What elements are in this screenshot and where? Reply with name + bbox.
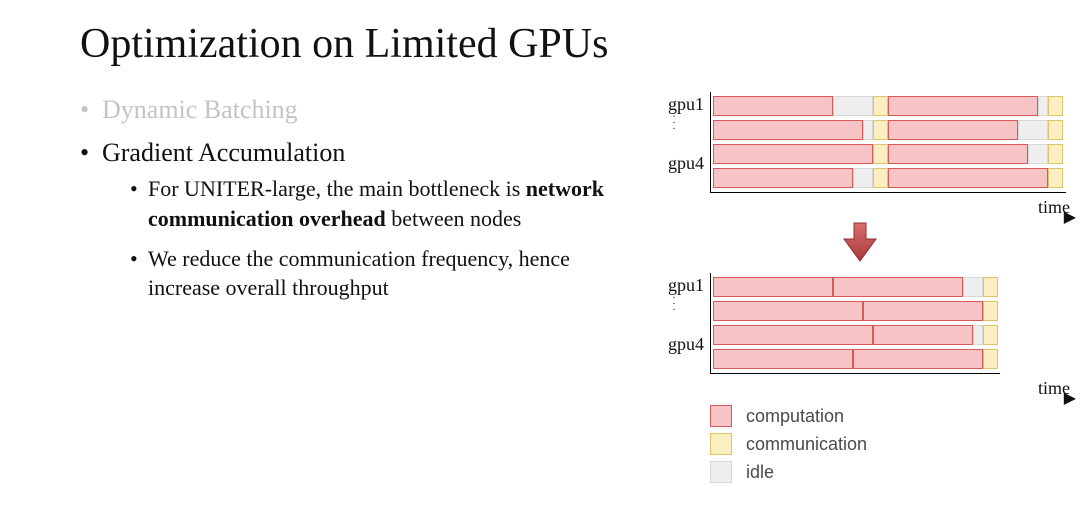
gpu-label-bottom: gpu4 xyxy=(650,334,704,355)
communication-bar xyxy=(873,96,888,116)
idle-bar xyxy=(963,277,983,297)
gpu-labels-after: gpu1 ··· gpu4 xyxy=(650,273,710,355)
legend-swatch-computation xyxy=(710,405,732,427)
diagram-after: gpu1 ··· gpu4 xyxy=(650,273,1070,399)
gpu-label-top: gpu1 xyxy=(650,275,704,296)
communication-bar xyxy=(1048,96,1063,116)
chart-row xyxy=(713,301,998,323)
idle-bar xyxy=(863,120,873,140)
computation-bar xyxy=(888,168,1048,188)
legend-label: idle xyxy=(746,462,774,483)
bullet-ga-label: Gradient Accumulation xyxy=(102,138,345,167)
chart-row xyxy=(713,144,1064,166)
communication-bar xyxy=(1048,168,1063,188)
legend-item-communication: communication xyxy=(710,433,1070,455)
legend-label: computation xyxy=(746,406,844,427)
content-columns: Dynamic Batching Gradient Accumulation F… xyxy=(80,92,1040,489)
chart-row xyxy=(713,349,998,371)
communication-bar xyxy=(983,325,998,345)
diagram-column: gpu1 ··· gpu4 xyxy=(640,92,1070,489)
bullet-list: Dynamic Batching Gradient Accumulation F… xyxy=(80,92,640,303)
chart-row xyxy=(713,120,1064,142)
computation-bar xyxy=(863,301,983,321)
arrow-down-icon xyxy=(840,221,880,268)
idle-bar xyxy=(853,168,873,188)
idle-bar xyxy=(833,96,873,116)
computation-bar xyxy=(853,349,983,369)
legend: computation communication idle xyxy=(710,405,1070,483)
chart-row xyxy=(713,277,998,299)
computation-bar xyxy=(713,325,873,345)
arrow-right-icon: ▶ xyxy=(1064,388,1076,408)
idle-bar xyxy=(1028,144,1048,164)
text-column: Dynamic Batching Gradient Accumulation F… xyxy=(80,92,640,313)
bullet-gradient-accumulation: Gradient Accumulation For UNITER-large, … xyxy=(80,135,640,303)
communication-bar xyxy=(873,144,888,164)
legend-item-idle: idle xyxy=(710,461,1070,483)
time-label: time xyxy=(710,374,1070,399)
time-label: time xyxy=(710,193,1070,218)
chart-axes-before xyxy=(710,92,1066,193)
chart-row xyxy=(713,325,998,347)
diagram-before: gpu1 ··· gpu4 xyxy=(650,92,1070,218)
computation-bar xyxy=(713,120,863,140)
computation-bar xyxy=(713,144,873,164)
communication-bar xyxy=(873,120,888,140)
computation-bar xyxy=(888,96,1038,116)
sub-bullet-reduce: We reduce the communication frequency, h… xyxy=(130,244,640,303)
idle-bar xyxy=(973,325,983,345)
arrow-right-icon: ▶ xyxy=(1064,207,1076,227)
computation-bar xyxy=(713,349,853,369)
computation-bar xyxy=(873,325,973,345)
gpu-dots-icon: ··· xyxy=(650,115,704,133)
idle-bar xyxy=(1038,96,1048,116)
bullet-dynamic-batching: Dynamic Batching xyxy=(80,92,640,127)
legend-swatch-idle xyxy=(710,461,732,483)
computation-bar xyxy=(888,144,1028,164)
gpu-dots-icon: ··· xyxy=(650,296,704,314)
chart-axes-after xyxy=(710,273,1000,374)
slide-title: Optimization on Limited GPUs xyxy=(80,20,1040,68)
computation-bar xyxy=(713,168,853,188)
computation-bar xyxy=(713,96,833,116)
legend-swatch-communication xyxy=(710,433,732,455)
communication-bar xyxy=(873,168,888,188)
communication-bar xyxy=(983,349,998,369)
sub-bullet-bottleneck: For UNITER-large, the main bottleneck is… xyxy=(130,174,640,233)
chart-before: ▶ time xyxy=(710,92,1070,218)
chart-after: ▶ time xyxy=(710,273,1070,399)
sub1-text-a: For UNITER-large, the main bottleneck is xyxy=(148,176,526,201)
communication-bar xyxy=(1048,120,1063,140)
idle-bar xyxy=(1018,120,1048,140)
slide: Optimization on Limited GPUs Dynamic Bat… xyxy=(0,0,1080,531)
communication-bar xyxy=(983,301,998,321)
legend-item-computation: computation xyxy=(710,405,1070,427)
chart-row xyxy=(713,168,1064,190)
gpu-label-top: gpu1 xyxy=(650,94,704,115)
computation-bar xyxy=(888,120,1018,140)
chart-row xyxy=(713,96,1064,118)
communication-bar xyxy=(983,277,998,297)
communication-bar xyxy=(1048,144,1063,164)
computation-bar xyxy=(713,301,863,321)
gpu-labels-before: gpu1 ··· gpu4 xyxy=(650,92,710,174)
legend-label: communication xyxy=(746,434,867,455)
sub-bullet-list: For UNITER-large, the main bottleneck is… xyxy=(102,174,640,303)
sub1-text-c: between nodes xyxy=(386,206,522,231)
gpu-label-bottom: gpu4 xyxy=(650,153,704,174)
computation-bar xyxy=(713,277,833,297)
computation-bar xyxy=(833,277,963,297)
